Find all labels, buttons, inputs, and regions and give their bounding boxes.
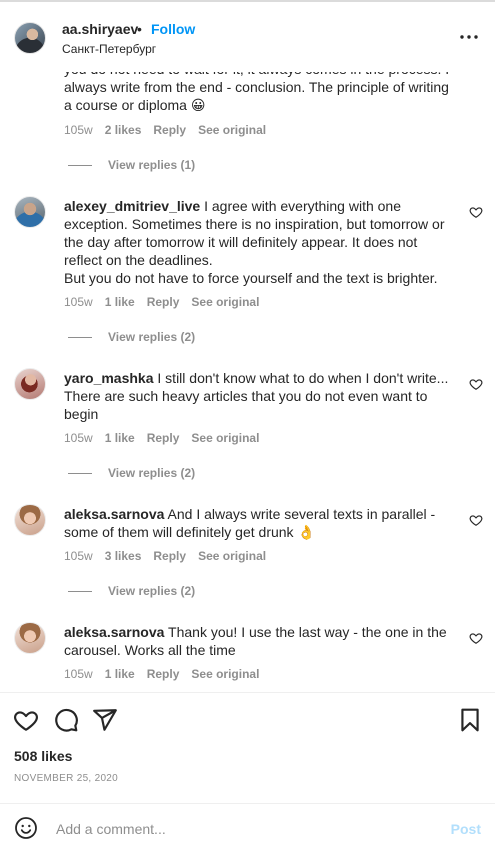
view-replies-label: View replies (1) [108,158,196,172]
comment-username[interactable]: alexey_dmitriev_live [64,198,200,214]
add-comment-input[interactable] [54,816,438,842]
author-avatar[interactable] [14,22,46,54]
emoji-icon[interactable] [14,816,38,840]
see-original-button[interactable]: See original [191,667,259,681]
commenter-avatar[interactable] [14,504,46,536]
comment-username[interactable]: aleksa.sarnova [64,624,164,640]
comment-time[interactable]: 105w [64,549,93,563]
reply-button[interactable]: Reply [153,549,186,563]
actions-divider [0,692,495,693]
comment-username[interactable]: aleksa.sarnova [64,506,164,522]
post-actions [0,703,495,737]
header-separator: • [137,21,142,37]
comment-likes[interactable]: 1 like [105,295,135,309]
heart-icon[interactable] [13,707,39,733]
see-original-button[interactable]: See original [191,295,259,309]
post-location[interactable]: Санкт-Петербург [62,42,156,56]
comment-time[interactable]: 105w [64,431,93,445]
post-header: aa.shiryaev • Follow Санкт-Петербург [0,2,495,72]
reply-button[interactable]: Reply [147,295,180,309]
commenter-avatar[interactable] [14,196,46,228]
comment-text: yaro_mashka I still don't know what to d… [64,369,454,423]
see-original-button[interactable]: See original [191,431,259,445]
replies-line [68,590,92,592]
view-replies-label: View replies (2) [108,584,196,598]
view-replies-label: View replies (2) [108,466,196,480]
comment-likes[interactable]: 3 likes [105,549,142,563]
post-button[interactable]: Post [451,821,481,837]
share-icon[interactable] [92,707,118,733]
comment-meta: 105w 1 like Reply See original [64,431,259,445]
view-replies-button[interactable]: View replies (2) [68,466,195,480]
reply-button[interactable]: Reply [147,431,180,445]
replies-line [68,164,92,166]
comment-text: aleksa.sarnova And I always write severa… [64,505,454,541]
bookmark-icon[interactable] [457,707,483,733]
comment-time[interactable]: 105w [64,295,93,309]
comment-time[interactable]: 105w [64,667,93,681]
comment-username[interactable]: yaro_mashka [64,370,154,386]
follow-button[interactable]: Follow [151,21,195,37]
replies-line [68,472,92,474]
comment-heart-icon[interactable] [469,513,483,527]
see-original-button[interactable]: See original [198,123,266,137]
comment-icon[interactable] [53,707,79,733]
comment-likes[interactable]: 2 likes [105,123,142,137]
comment-meta: 105w 1 like Reply See original [64,667,259,681]
comment-time[interactable]: 105w [64,123,93,137]
comments-list[interactable]: you do not need to wait for it, it alway… [0,57,495,692]
comment-heart-icon[interactable] [469,377,483,391]
view-replies-button[interactable]: View replies (2) [68,330,195,344]
comment-meta: 105w 2 likes Reply See original [64,123,266,137]
post-date[interactable]: NOVEMBER 25, 2020 [14,773,118,784]
reply-button[interactable]: Reply [147,667,180,681]
comment-heart-icon[interactable] [469,205,483,219]
commenter-avatar[interactable] [14,368,46,400]
commenter-avatar[interactable] [14,622,46,654]
add-comment-bar: Post [0,804,495,851]
reply-button[interactable]: Reply [153,123,186,137]
view-replies-button[interactable]: View replies (2) [68,584,195,598]
comment-heart-icon[interactable] [469,631,483,645]
comment-likes[interactable]: 1 like [105,431,135,445]
comment-likes[interactable]: 1 like [105,667,135,681]
comment-text: alexey_dmitriev_live I agree with everyt… [64,197,454,287]
comment-meta: 105w 1 like Reply See original [64,295,259,309]
replies-line [68,336,92,338]
view-replies-label: View replies (2) [108,330,196,344]
see-original-button[interactable]: See original [198,549,266,563]
view-replies-button[interactable]: View replies (1) [68,158,195,172]
likes-count[interactable]: 508 likes [14,748,72,764]
author-username[interactable]: aa.shiryaev [62,21,138,37]
more-horizontal-icon[interactable] [457,25,481,49]
comment-meta: 105w 3 likes Reply See original [64,549,266,563]
comment-text: aleksa.sarnova Thank you! I use the last… [64,623,454,659]
